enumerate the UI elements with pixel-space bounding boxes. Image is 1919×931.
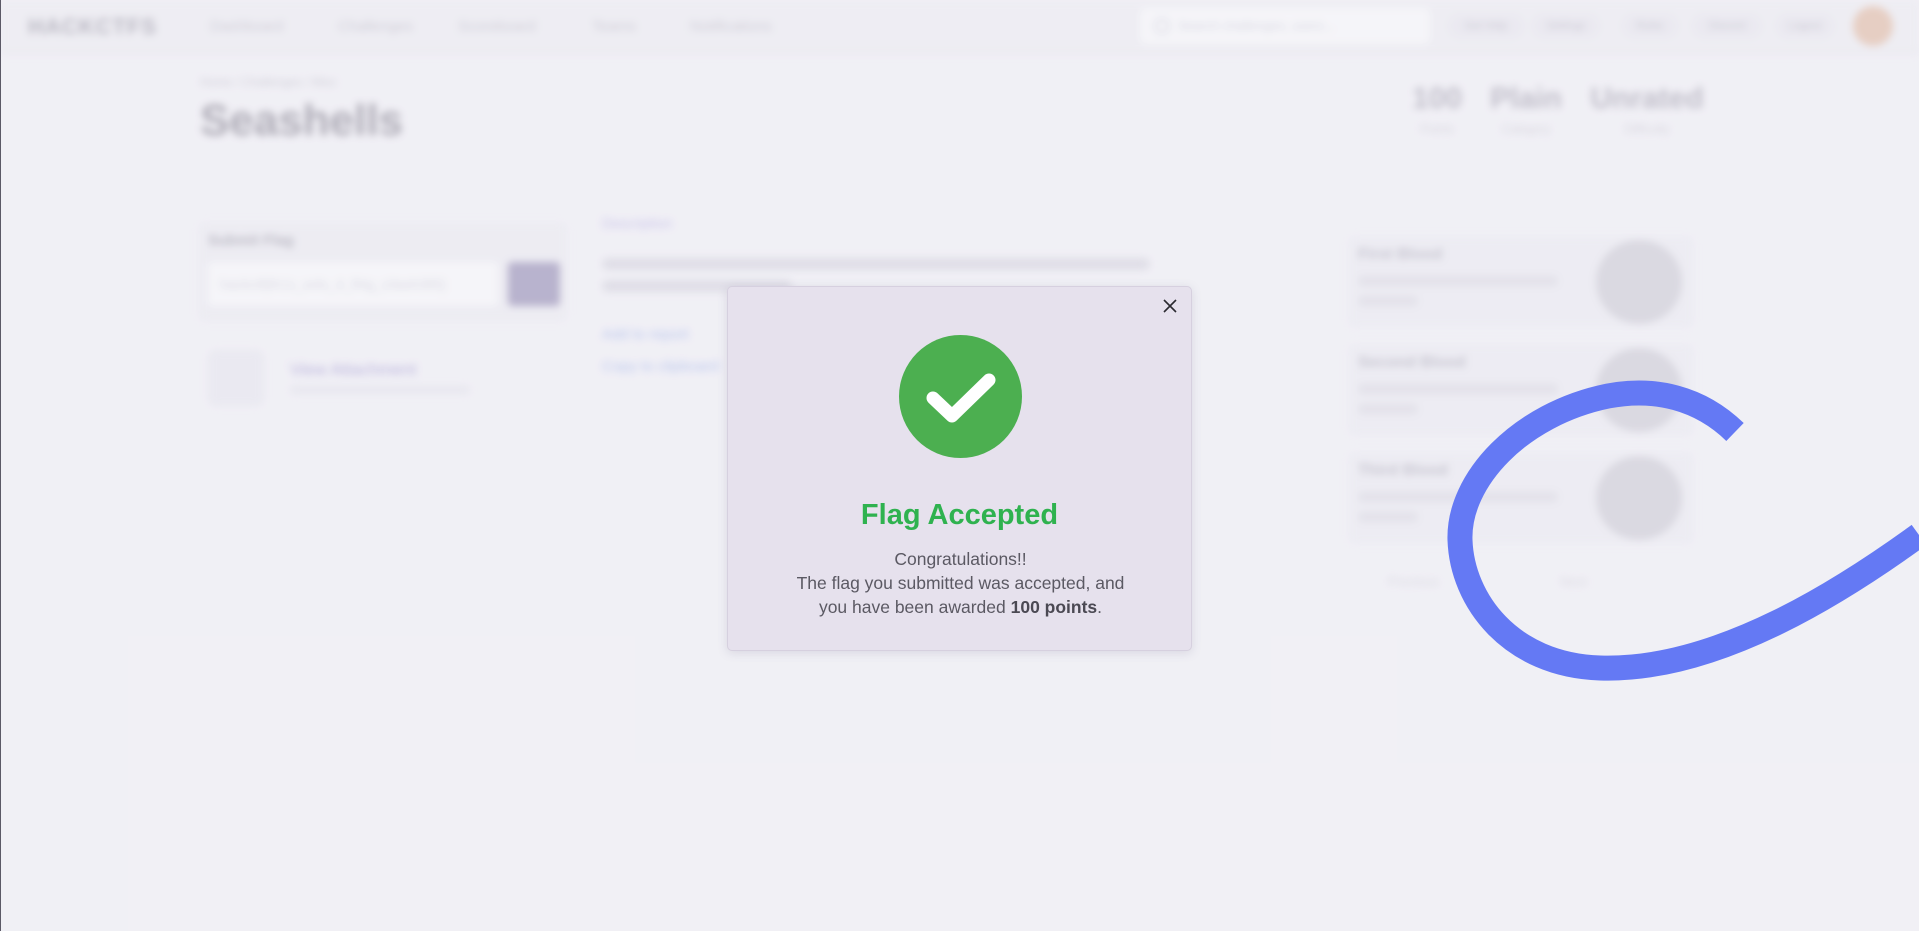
close-button[interactable] xyxy=(1157,293,1183,319)
checkmark-icon xyxy=(926,373,996,423)
dialog-line-3-prefix: you have been awarded xyxy=(818,597,1011,617)
dialog-line-2: The flag you submitted was accepted, and xyxy=(796,573,1125,593)
flag-accepted-dialog: Flag Accepted Congratulations!! The flag… xyxy=(727,286,1192,651)
page: HACKCTFS Dashboard Challenges Scoreboard… xyxy=(0,0,1919,931)
dialog-line-3-suffix: . xyxy=(1097,597,1103,617)
check-circle-icon xyxy=(899,335,1022,458)
dialog-title: Flag Accepted xyxy=(860,499,1059,531)
dialog-line-1: Congratulations!! xyxy=(894,549,1027,569)
awarded-points: 100 points xyxy=(1010,597,1098,617)
window-edge xyxy=(0,0,1,931)
dialog-message: Congratulations!! The flag you submitted… xyxy=(768,547,1153,619)
close-icon xyxy=(1163,299,1177,313)
dialog-line-3: you have been awarded 100 points. xyxy=(768,595,1153,619)
